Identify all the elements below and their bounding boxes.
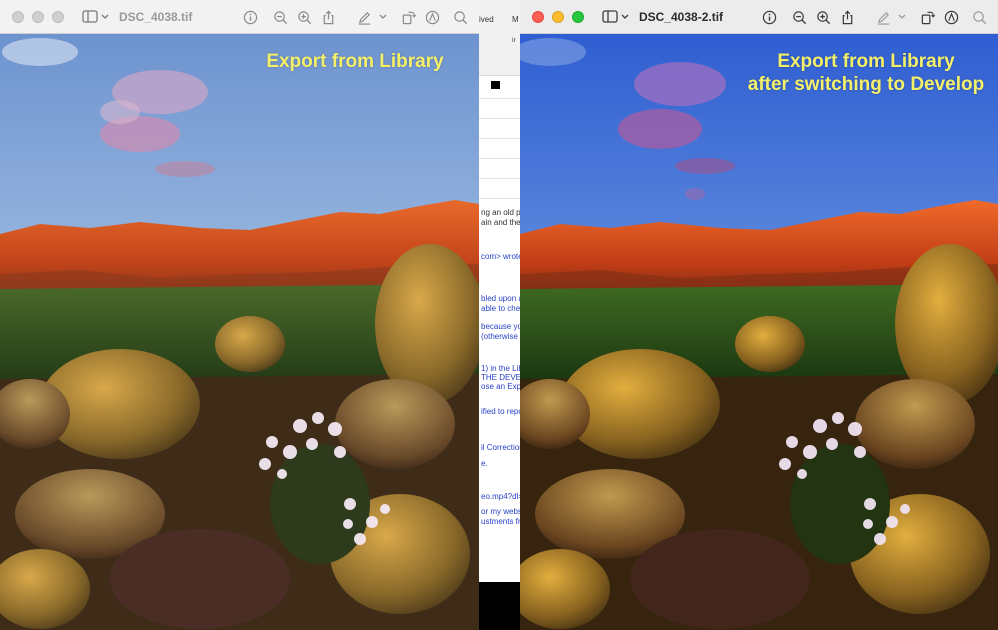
color-swatch[interactable] xyxy=(491,81,500,89)
annotate-button[interactable] xyxy=(421,6,443,28)
zoom-in-icon xyxy=(816,10,830,24)
search-button[interactable] xyxy=(968,6,990,28)
markup-icon xyxy=(877,11,889,25)
email-text-fragment: THE DEVEL xyxy=(481,373,520,382)
close-button[interactable] xyxy=(532,10,544,23)
minimize-button[interactable] xyxy=(552,10,564,23)
photo-canvas xyxy=(520,34,998,630)
search-icon xyxy=(972,10,986,24)
email-text-fragment: il Correction xyxy=(481,443,520,452)
search-button[interactable] xyxy=(449,6,471,28)
close-button[interactable] xyxy=(12,10,24,23)
landscape-photo xyxy=(0,34,479,630)
rotate-icon xyxy=(921,11,935,24)
rotate-icon xyxy=(402,11,416,24)
zoom-in-button[interactable] xyxy=(812,6,834,28)
photo-caption: Export from Library xyxy=(235,50,475,73)
photo-caption: Export from Library after switching to D… xyxy=(738,50,994,96)
email-text-fragment: com> wrote: xyxy=(481,252,520,261)
window-controls xyxy=(532,10,584,23)
rotate-button[interactable] xyxy=(916,6,938,28)
preview-window-left: DSC_4038.tif Export from Library xyxy=(0,0,479,630)
zoom-in-button[interactable] xyxy=(293,6,315,28)
sidebar-toggle-button[interactable] xyxy=(82,10,109,23)
mail-tab[interactable]: M xyxy=(512,15,519,24)
markup-menu-button[interactable] xyxy=(896,6,908,28)
mail-tab[interactable]: ived xyxy=(479,15,494,24)
email-text-fragment: (otherwise xyxy=(481,332,518,341)
annotate-button[interactable] xyxy=(940,6,962,28)
zoom-in-icon xyxy=(297,10,311,24)
annotate-icon xyxy=(944,10,958,24)
window-controls xyxy=(12,10,64,23)
info-button[interactable] xyxy=(758,6,780,28)
sidebar-icon xyxy=(82,10,98,23)
share-icon xyxy=(323,10,333,24)
email-text-fragment: or my websit xyxy=(481,507,520,516)
photo-canvas xyxy=(0,34,479,630)
preview-window-right: DSC_4038-2.tif Export from Library after… xyxy=(520,0,998,630)
email-text-fragment: e. xyxy=(481,459,488,468)
info-icon xyxy=(243,10,257,24)
window-title: DSC_4038-2.tif xyxy=(639,9,724,24)
search-icon xyxy=(453,10,467,24)
caption-line: Export from Library xyxy=(777,51,955,72)
sidebar-toggle-button[interactable] xyxy=(602,10,629,23)
chevron-down-icon xyxy=(621,14,629,19)
caption-line: Export from Library xyxy=(266,51,444,72)
markup-button[interactable] xyxy=(353,6,375,28)
email-text-fragment: ng an old pr xyxy=(481,208,520,217)
chevron-down-icon xyxy=(898,14,906,19)
markup-button[interactable] xyxy=(872,6,894,28)
email-text-fragment: ified to repo xyxy=(481,407,520,416)
email-text-fragment: ustments fro xyxy=(481,517,520,526)
title-bar: DSC_4038.tif xyxy=(0,0,479,34)
info-icon xyxy=(762,10,776,24)
share-button[interactable] xyxy=(317,6,339,28)
landscape-photo xyxy=(520,34,998,630)
mail-tab[interactable]: Ir xyxy=(512,38,516,44)
email-text-fragment: eo.mp4?dl=0 xyxy=(481,492,520,501)
email-text-fragment: able to che xyxy=(481,304,520,313)
email-text-fragment: because you xyxy=(481,322,520,331)
title-bar: DSC_4038-2.tif xyxy=(520,0,998,34)
toolbar xyxy=(237,0,471,34)
zoom-out-icon xyxy=(792,10,806,24)
chevron-down-icon xyxy=(101,14,109,19)
dark-region xyxy=(479,582,520,630)
rotate-button[interactable] xyxy=(397,6,419,28)
toolbar xyxy=(756,0,990,34)
sidebar-icon xyxy=(602,10,618,23)
email-text-fragment: ose an Exp xyxy=(481,382,520,391)
email-text-fragment: bled upon a xyxy=(481,294,520,303)
caption-line: after switching to Develop xyxy=(747,74,985,95)
window-title: DSC_4038.tif xyxy=(119,9,193,24)
zoom-out-button[interactable] xyxy=(269,6,291,28)
email-text-fragment: 1) in the Libr xyxy=(481,364,520,373)
email-text-fragment: ain and the li xyxy=(481,218,520,227)
background-mail-window: ived M Ir ng an old prain and the li com>… xyxy=(479,0,520,630)
zoom-out-button[interactable] xyxy=(788,6,810,28)
zoom-button[interactable] xyxy=(52,10,64,23)
chevron-down-icon xyxy=(379,14,387,19)
annotate-icon xyxy=(425,10,439,24)
minimize-button[interactable] xyxy=(32,10,44,23)
zoom-out-icon xyxy=(273,10,287,24)
zoom-button[interactable] xyxy=(572,10,584,23)
info-button[interactable] xyxy=(239,6,261,28)
share-button[interactable] xyxy=(836,6,858,28)
share-icon xyxy=(842,10,852,24)
markup-icon xyxy=(358,11,370,25)
markup-menu-button[interactable] xyxy=(377,6,389,28)
